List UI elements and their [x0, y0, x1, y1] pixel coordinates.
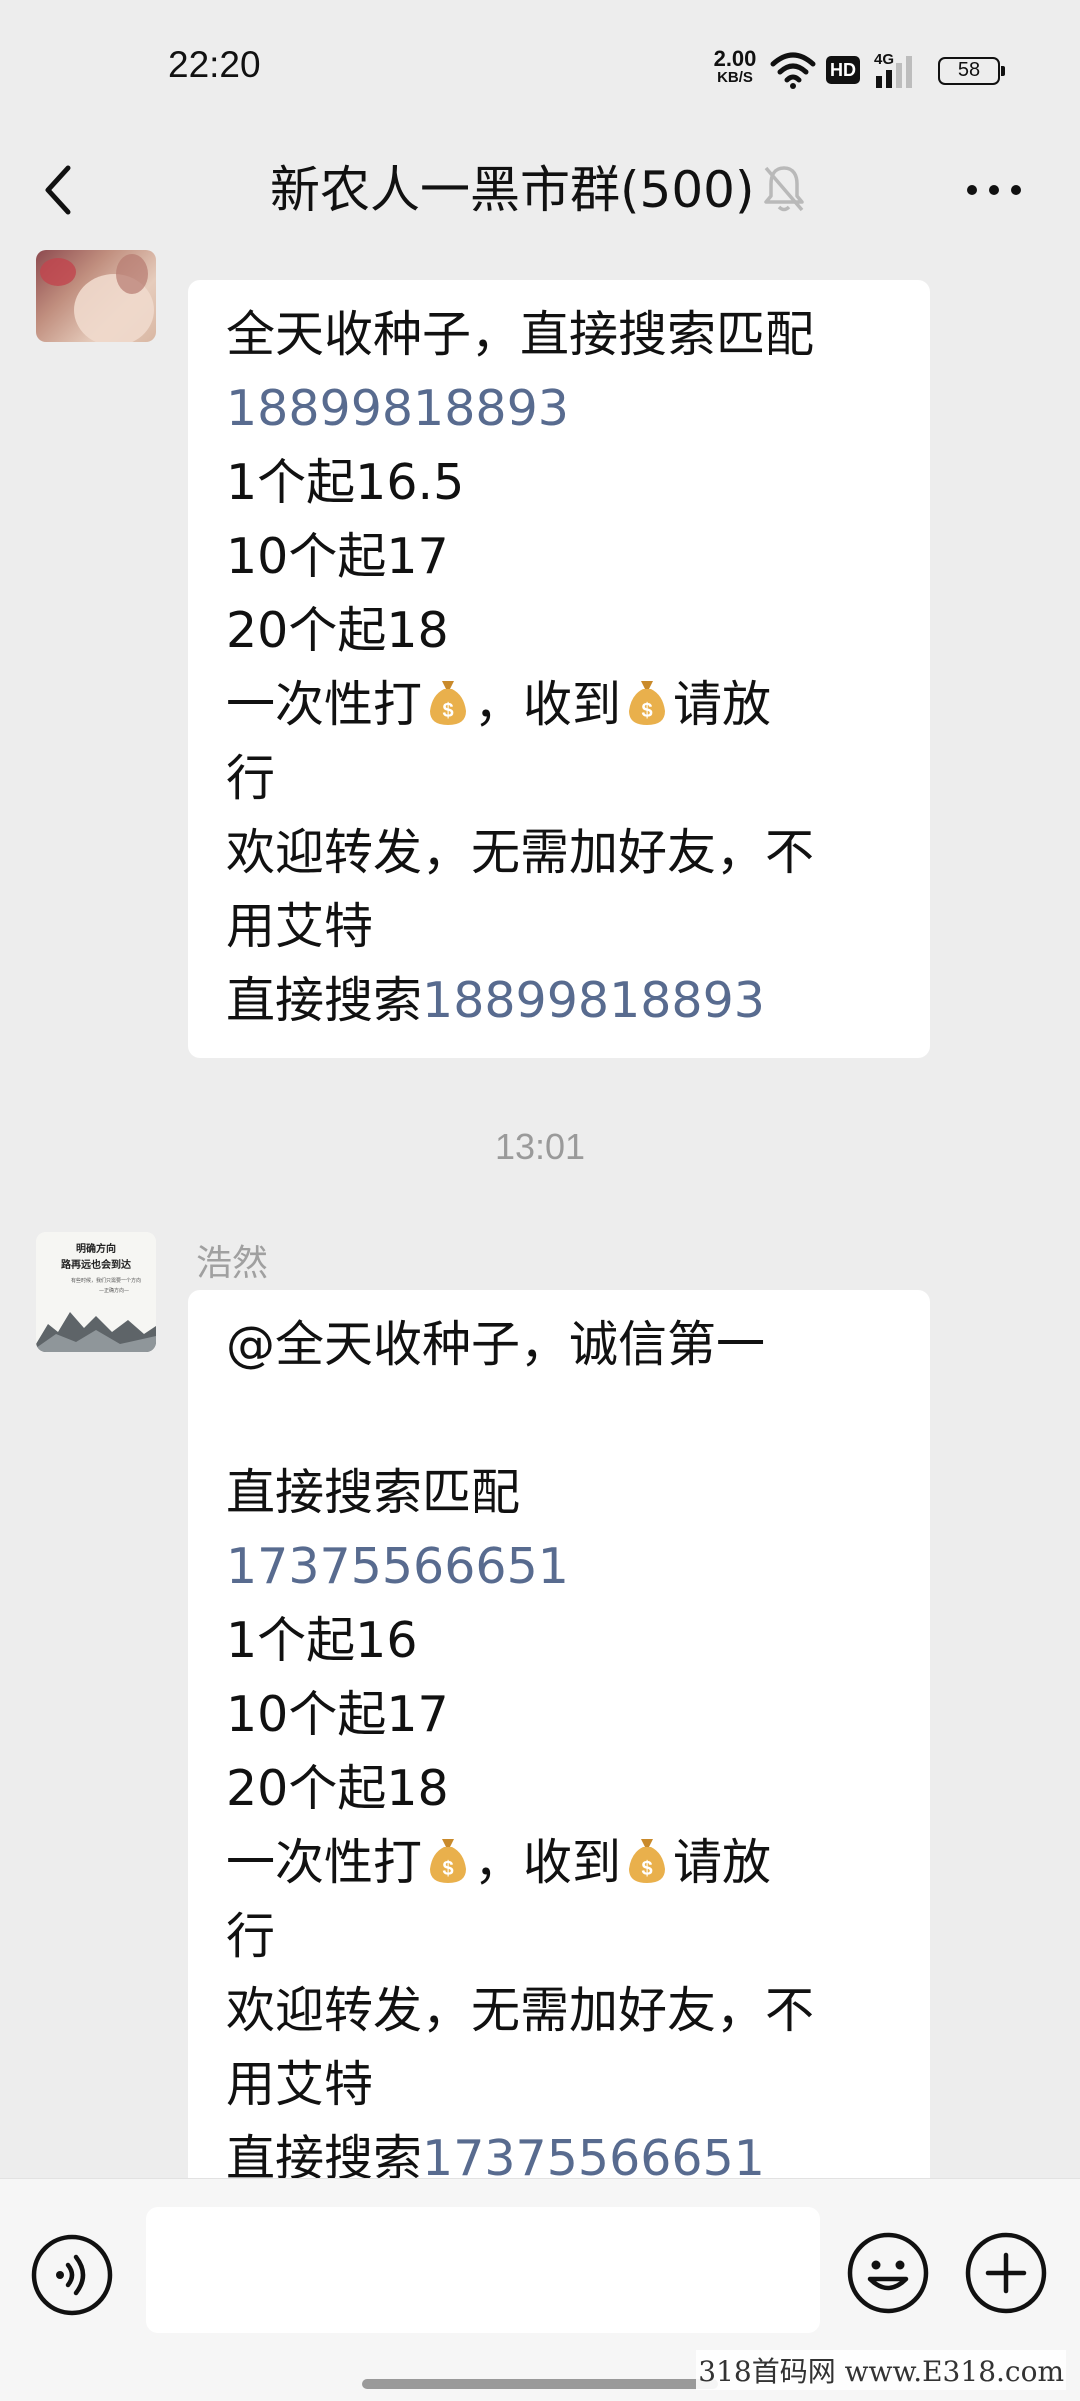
avatar-text: 有些时候，我们只需要一个方向: [71, 1277, 141, 1284]
emoji-icon[interactable]: [846, 2231, 930, 2315]
sender-avatar[interactable]: [36, 250, 156, 342]
message-line: 10个起17: [226, 1686, 449, 1743]
phone-link[interactable]: 18899818893: [226, 372, 894, 446]
money-bag-icon: $: [629, 1839, 666, 1883]
message-line: 用艾特: [226, 898, 374, 955]
message-text: 直接搜索: [226, 2130, 423, 2178]
message-line: 直接搜索18899818893: [226, 964, 894, 1038]
message-line: 直接搜索17375566651: [226, 2122, 894, 2178]
message-line: 用艾特: [226, 2056, 374, 2113]
more-options-icon[interactable]: [964, 182, 1024, 198]
phone-link[interactable]: 17375566651: [226, 1530, 894, 1604]
message-line: 全天收种子，直接搜索匹配: [226, 306, 815, 363]
chat-title: 新农人一黑市群(500): [270, 161, 755, 219]
message-line: 20个起18: [226, 602, 449, 659]
svg-text:$: $: [641, 700, 652, 722]
message-line: 一次性打 $ ，收到 $ 请放: [226, 668, 894, 742]
message-text: 请放: [673, 676, 772, 733]
voice-input-icon[interactable]: [30, 2233, 114, 2317]
money-bag-icon: $: [629, 681, 666, 725]
message-line: 直接搜索匹配: [226, 1464, 521, 1521]
message-text: 一次性打: [226, 676, 423, 733]
network-speed-value: 2.00: [713, 46, 757, 71]
signal-icon: 4G: [874, 51, 912, 88]
sender-name: 浩然: [196, 1243, 269, 1284]
money-bag-icon: $: [430, 1839, 467, 1883]
message-line: 一次性打 $ ，收到 $ 请放: [226, 1826, 894, 1900]
message-line: 行: [226, 1908, 276, 1965]
message-line: 1个起16: [226, 1612, 418, 1669]
phone-link[interactable]: 17375566651: [422, 2130, 765, 2178]
watermark: 318首码网 www.E318.com: [696, 2350, 1066, 2390]
message-line: 欢迎转发，无需加好友，不: [226, 824, 815, 881]
avatar-photo: 明确方向 路再远也会到达 有些时候，我们只需要一个方向 —正确方向—: [36, 1232, 156, 1352]
hd-badge: HD: [826, 56, 860, 84]
message-timestamp: 13:01: [494, 1126, 586, 1167]
message-bubble[interactable]: 全天收种子，直接搜索匹配 18899818893 1个起16.5 10个起17 …: [188, 280, 930, 1058]
message-list[interactable]: 17:17 全天收种子，直接搜索匹配 18899818893 1个起16.5 1…: [0, 248, 1080, 2178]
message-text: 请放: [673, 1834, 772, 1891]
plus-icon[interactable]: [964, 2231, 1048, 2315]
message-bubble[interactable]: @全天收种子，诚信第一 直接搜索匹配 17375566651 1个起16 10个…: [188, 1290, 930, 2178]
avatar-text: —正确方向—: [99, 1287, 129, 1294]
svg-text:$: $: [442, 700, 453, 722]
battery-indicator: 58: [938, 57, 1005, 85]
message-text: ，收到: [474, 676, 622, 733]
svg-text:$: $: [641, 1858, 652, 1880]
network-speed-unit: KB/S: [717, 69, 753, 86]
message-line: 10个起17: [226, 528, 449, 585]
message-line: 欢迎转发，无需加好友，不: [226, 1982, 815, 2039]
muted-bell-icon: [764, 166, 804, 212]
status-time: 22:20: [168, 44, 261, 85]
avatar-photo: [40, 254, 154, 342]
cut-off-sender-name: 17:17: [196, 248, 294, 254]
message-text: ，收到: [474, 1834, 622, 1891]
chat-header: 新农人一黑市群(500): [0, 130, 1080, 248]
status-bar: 22:20 2.00 KB/S HD 4G 58: [0, 0, 1080, 130]
message-text: 一次性打: [226, 1834, 423, 1891]
message-line: 20个起18: [226, 1760, 449, 1817]
network-type-label: 4G: [874, 51, 894, 68]
message-line: 1个起16.5: [226, 454, 465, 511]
message-line: @全天收种子，诚信第一: [226, 1316, 766, 1373]
back-arrow-icon[interactable]: [38, 160, 78, 220]
home-indicator[interactable]: [362, 2379, 718, 2389]
avatar-text: 明确方向: [76, 1242, 116, 1255]
message-input[interactable]: [146, 2207, 820, 2333]
message-line: 行: [226, 750, 276, 807]
money-bag-icon: $: [430, 681, 467, 725]
avatar-text: 路再远也会到达: [61, 1258, 131, 1271]
wifi-icon: [770, 52, 816, 89]
network-speed: 2.00 KB/S: [708, 46, 762, 86]
phone-link[interactable]: 18899818893: [422, 972, 765, 1029]
sender-avatar[interactable]: 明确方向 路再远也会到达 有些时候，我们只需要一个方向 —正确方向—: [36, 1232, 156, 1352]
message-text: 直接搜索: [226, 972, 423, 1029]
svg-text:$: $: [442, 1858, 453, 1880]
